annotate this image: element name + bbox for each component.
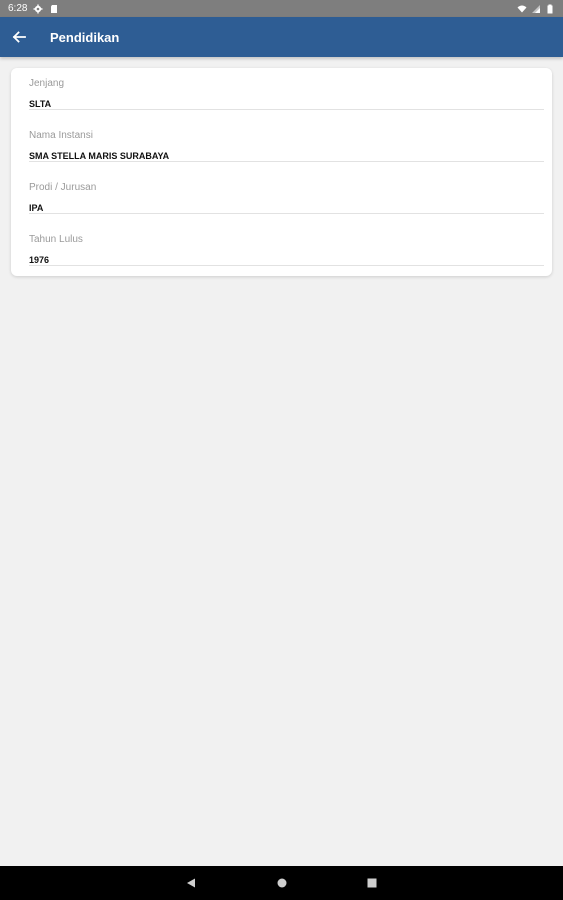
navigation-bar xyxy=(0,866,563,900)
education-card: Jenjang SLTA Nama Instansi SMA STELLA MA… xyxy=(11,68,552,276)
home-circle-icon xyxy=(277,878,287,888)
back-button[interactable] xyxy=(0,17,38,57)
status-time: 6:28 xyxy=(8,3,28,14)
recents-square-icon xyxy=(367,878,377,888)
gear-icon xyxy=(33,4,43,14)
field-divider xyxy=(29,161,544,162)
field-tahun-lulus: Tahun Lulus 1976 xyxy=(29,226,544,272)
field-divider xyxy=(29,109,544,110)
field-value: SLTA xyxy=(29,99,52,109)
field-label: Tahun Lulus xyxy=(29,234,83,245)
field-label: Jenjang xyxy=(29,78,65,89)
nav-recents-button[interactable] xyxy=(352,866,392,900)
signal-icon xyxy=(531,4,541,14)
field-label: Prodi / Jurusan xyxy=(29,182,97,193)
status-bar: 6:28 xyxy=(0,0,563,17)
nav-back-button[interactable] xyxy=(171,866,211,900)
battery-icon xyxy=(545,4,555,14)
nav-home-button[interactable] xyxy=(262,866,302,900)
app-bar: Pendidikan xyxy=(0,17,563,57)
back-triangle-icon xyxy=(187,878,195,888)
field-prodi-jurusan: Prodi / Jurusan IPA xyxy=(29,174,544,220)
sd-card-icon xyxy=(49,4,59,14)
status-left: 6:28 xyxy=(8,3,59,14)
field-value: 1976 xyxy=(29,255,50,265)
field-value: IPA xyxy=(29,203,44,213)
wifi-icon xyxy=(517,4,527,14)
field-nama-instansi: Nama Instansi SMA STELLA MARIS SURABAYA xyxy=(29,122,544,168)
field-label: Nama Instansi xyxy=(29,130,93,141)
field-divider xyxy=(29,213,544,214)
field-value: SMA STELLA MARIS SURABAYA xyxy=(29,151,170,161)
status-right xyxy=(517,4,555,14)
screen: 6:28 Pendidikan Jenjang SLTA Nama Instan… xyxy=(0,0,563,900)
page-title: Pendidikan xyxy=(50,29,120,45)
arrow-left-icon xyxy=(12,31,26,43)
field-jenjang: Jenjang SLTA xyxy=(29,70,544,116)
field-divider xyxy=(29,265,544,266)
